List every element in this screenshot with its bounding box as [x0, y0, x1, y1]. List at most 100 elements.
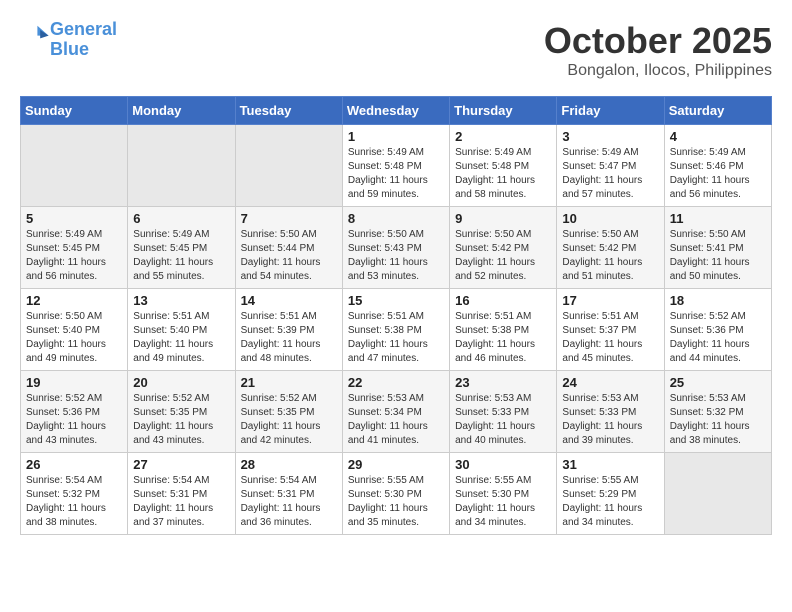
day-number: 8 [348, 211, 444, 226]
day-number: 16 [455, 293, 551, 308]
calendar-week-2: 5 Sunrise: 5:49 AM Sunset: 5:45 PM Daylig… [21, 207, 772, 289]
calendar-cell: 20 Sunrise: 5:52 AM Sunset: 5:35 PM Dayli… [128, 371, 235, 453]
day-number: 5 [26, 211, 122, 226]
weekday-header-wednesday: Wednesday [342, 97, 449, 125]
calendar-cell: 30Sunrise: 5:55 AM Sunset: 5:30 PM Dayli… [450, 453, 557, 535]
day-number: 30 [455, 457, 551, 472]
calendar-cell: 1 Sunrise: 5:49 AM Sunset: 5:48 PM Daylig… [342, 125, 449, 207]
calendar-cell: 3 Sunrise: 5:49 AM Sunset: 5:47 PM Daylig… [557, 125, 664, 207]
calendar-cell: 6 Sunrise: 5:49 AM Sunset: 5:45 PM Daylig… [128, 207, 235, 289]
day-number: 19 [26, 375, 122, 390]
calendar-cell: 21 Sunrise: 5:52 AM Sunset: 5:35 PM Dayli… [235, 371, 342, 453]
logo: General Blue [20, 20, 117, 60]
calendar-cell: 2Sunrise: 5:49 AM Sunset: 5:48 PM Daylig… [450, 125, 557, 207]
calendar-cell [664, 453, 771, 535]
calendar-cell: 18 Sunrise: 5:52 AM Sunset: 5:36 PM Dayli… [664, 289, 771, 371]
day-number: 10 [562, 211, 658, 226]
day-number: 24 [562, 375, 658, 390]
calendar-cell: 29 Sunrise: 5:55 AM Sunset: 5:30 PM Dayli… [342, 453, 449, 535]
day-number: 20 [133, 375, 229, 390]
day-number: 3 [562, 129, 658, 144]
day-info: Sunrise: 5:53 AM Sunset: 5:34 PM Dayligh… [348, 392, 444, 448]
day-number: 7 [241, 211, 337, 226]
day-info: Sunrise: 5:52 AM Sunset: 5:36 PM Dayligh… [26, 392, 122, 448]
day-info: Sunrise: 5:49 AM Sunset: 5:48 PM Dayligh… [455, 146, 551, 202]
calendar-cell: 5 Sunrise: 5:49 AM Sunset: 5:45 PM Daylig… [21, 207, 128, 289]
day-info: Sunrise: 5:51 AM Sunset: 5:38 PM Dayligh… [348, 310, 444, 366]
calendar-cell: 4Sunrise: 5:49 AM Sunset: 5:46 PM Daylig… [664, 125, 771, 207]
calendar-cell: 23 Sunrise: 5:53 AM Sunset: 5:33 PM Dayli… [450, 371, 557, 453]
day-info: Sunrise: 5:51 AM Sunset: 5:38 PM Dayligh… [455, 310, 551, 366]
calendar-cell: 13Sunrise: 5:51 AM Sunset: 5:40 PM Dayli… [128, 289, 235, 371]
location-subtitle: Bongalon, Ilocos, Philippines [544, 62, 772, 80]
day-info: Sunrise: 5:49 AM Sunset: 5:47 PM Dayligh… [562, 146, 658, 202]
weekday-header-friday: Friday [557, 97, 664, 125]
calendar-cell [21, 125, 128, 207]
weekday-header-monday: Monday [128, 97, 235, 125]
calendar-week-3: 12Sunrise: 5:50 AM Sunset: 5:40 PM Dayli… [21, 289, 772, 371]
calendar-cell: 10 Sunrise: 5:50 AM Sunset: 5:42 PM Dayli… [557, 207, 664, 289]
day-info: Sunrise: 5:53 AM Sunset: 5:33 PM Dayligh… [455, 392, 551, 448]
day-info: Sunrise: 5:50 AM Sunset: 5:42 PM Dayligh… [455, 228, 551, 284]
day-info: Sunrise: 5:54 AM Sunset: 5:31 PM Dayligh… [133, 474, 229, 530]
day-number: 23 [455, 375, 551, 390]
calendar-cell: 31 Sunrise: 5:55 AM Sunset: 5:29 PM Dayli… [557, 453, 664, 535]
day-info: Sunrise: 5:52 AM Sunset: 5:35 PM Dayligh… [241, 392, 337, 448]
calendar-cell: 12Sunrise: 5:50 AM Sunset: 5:40 PM Dayli… [21, 289, 128, 371]
calendar-week-5: 26Sunrise: 5:54 AM Sunset: 5:32 PM Dayli… [21, 453, 772, 535]
day-number: 28 [241, 457, 337, 472]
day-number: 1 [348, 129, 444, 144]
calendar-cell: 19 Sunrise: 5:52 AM Sunset: 5:36 PM Dayli… [21, 371, 128, 453]
calendar-cell: 8Sunrise: 5:50 AM Sunset: 5:43 PM Daylig… [342, 207, 449, 289]
calendar-cell: 17 Sunrise: 5:51 AM Sunset: 5:37 PM Dayli… [557, 289, 664, 371]
day-number: 21 [241, 375, 337, 390]
calendar-cell [235, 125, 342, 207]
day-number: 12 [26, 293, 122, 308]
day-info: Sunrise: 5:49 AM Sunset: 5:48 PM Dayligh… [348, 146, 444, 202]
month-title: October 2025 [544, 20, 772, 62]
calendar-cell: 25Sunrise: 5:53 AM Sunset: 5:32 PM Dayli… [664, 371, 771, 453]
day-info: Sunrise: 5:52 AM Sunset: 5:36 PM Dayligh… [670, 310, 766, 366]
day-number: 29 [348, 457, 444, 472]
day-number: 22 [348, 375, 444, 390]
day-number: 4 [670, 129, 766, 144]
day-number: 9 [455, 211, 551, 226]
day-info: Sunrise: 5:50 AM Sunset: 5:44 PM Dayligh… [241, 228, 337, 284]
calendar-header: SundayMondayTuesdayWednesdayThursdayFrid… [21, 97, 772, 125]
day-info: Sunrise: 5:51 AM Sunset: 5:37 PM Dayligh… [562, 310, 658, 366]
weekday-header-sunday: Sunday [21, 97, 128, 125]
day-info: Sunrise: 5:49 AM Sunset: 5:45 PM Dayligh… [133, 228, 229, 284]
calendar-cell: 16 Sunrise: 5:51 AM Sunset: 5:38 PM Dayli… [450, 289, 557, 371]
day-info: Sunrise: 5:53 AM Sunset: 5:33 PM Dayligh… [562, 392, 658, 448]
day-number: 27 [133, 457, 229, 472]
calendar-cell: 7 Sunrise: 5:50 AM Sunset: 5:44 PM Daylig… [235, 207, 342, 289]
day-info: Sunrise: 5:55 AM Sunset: 5:29 PM Dayligh… [562, 474, 658, 530]
weekday-header-saturday: Saturday [664, 97, 771, 125]
day-number: 11 [670, 211, 766, 226]
day-number: 6 [133, 211, 229, 226]
day-number: 18 [670, 293, 766, 308]
logo-text: General Blue [50, 20, 117, 60]
calendar-cell [128, 125, 235, 207]
weekday-header-tuesday: Tuesday [235, 97, 342, 125]
page-header: General Blue October 2025 Bongalon, Iloc… [20, 20, 772, 80]
day-info: Sunrise: 5:50 AM Sunset: 5:42 PM Dayligh… [562, 228, 658, 284]
calendar-cell: 9 Sunrise: 5:50 AM Sunset: 5:42 PM Daylig… [450, 207, 557, 289]
calendar-table: SundayMondayTuesdayWednesdayThursdayFrid… [20, 96, 772, 535]
calendar-week-4: 19 Sunrise: 5:52 AM Sunset: 5:36 PM Dayli… [21, 371, 772, 453]
day-number: 26 [26, 457, 122, 472]
calendar-cell: 15 Sunrise: 5:51 AM Sunset: 5:38 PM Dayli… [342, 289, 449, 371]
day-number: 31 [562, 457, 658, 472]
day-info: Sunrise: 5:55 AM Sunset: 5:30 PM Dayligh… [348, 474, 444, 530]
day-info: Sunrise: 5:53 AM Sunset: 5:32 PM Dayligh… [670, 392, 766, 448]
calendar-cell: 22 Sunrise: 5:53 AM Sunset: 5:34 PM Dayli… [342, 371, 449, 453]
day-number: 15 [348, 293, 444, 308]
day-info: Sunrise: 5:51 AM Sunset: 5:40 PM Dayligh… [133, 310, 229, 366]
day-info: Sunrise: 5:52 AM Sunset: 5:35 PM Dayligh… [133, 392, 229, 448]
day-number: 14 [241, 293, 337, 308]
calendar-cell: 27 Sunrise: 5:54 AM Sunset: 5:31 PM Dayli… [128, 453, 235, 535]
day-number: 17 [562, 293, 658, 308]
weekday-header-thursday: Thursday [450, 97, 557, 125]
day-info: Sunrise: 5:49 AM Sunset: 5:45 PM Dayligh… [26, 228, 122, 284]
day-info: Sunrise: 5:54 AM Sunset: 5:31 PM Dayligh… [241, 474, 337, 530]
